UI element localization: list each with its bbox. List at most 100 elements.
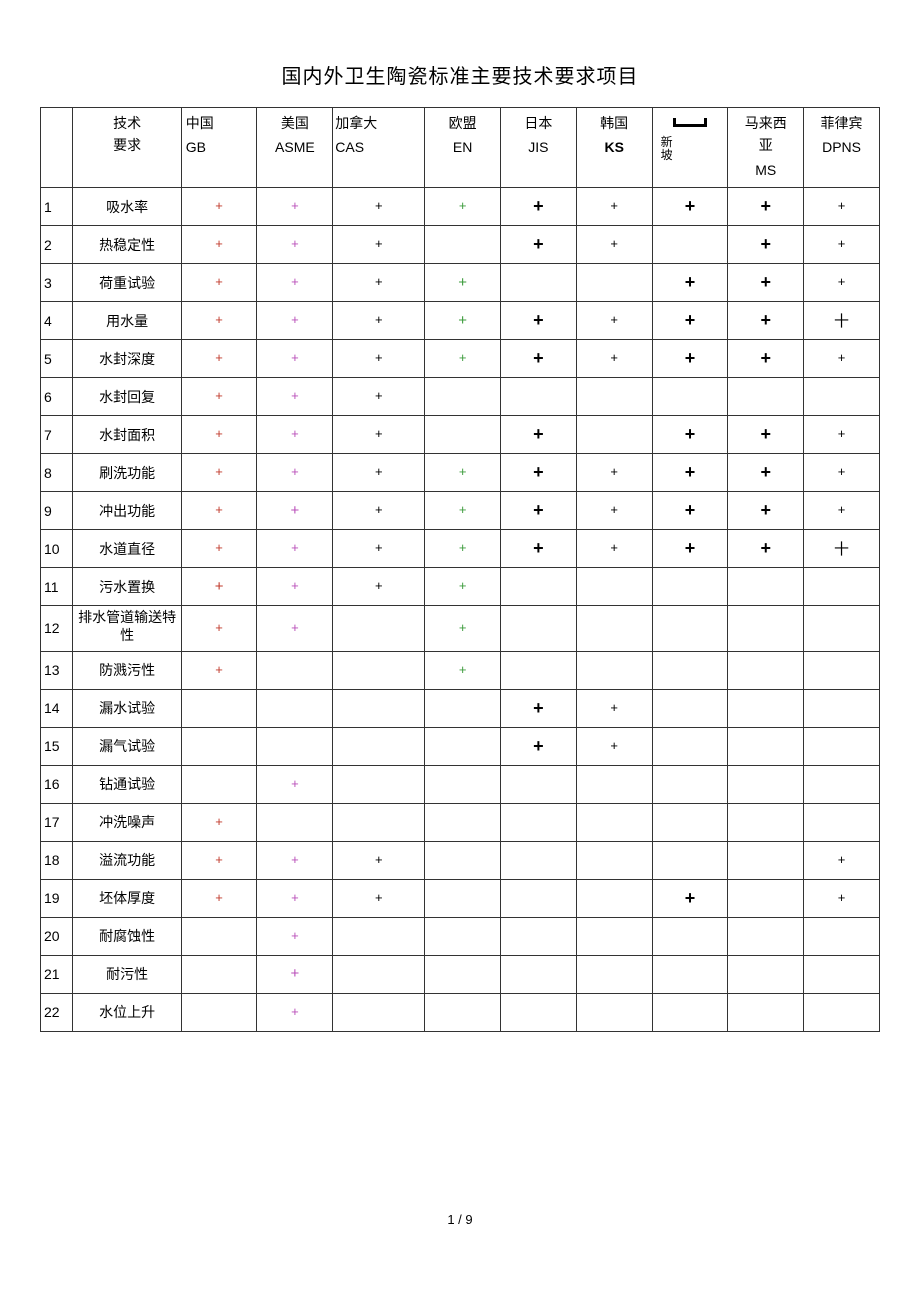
cell-eu [425,416,501,454]
row-index: 18 [41,841,73,879]
cell-jp: + [501,689,577,727]
cell-cn: + [181,568,257,606]
row-index: 20 [41,917,73,955]
requirement-name: 钻通试验 [73,765,181,803]
cell-sg: + [652,454,728,492]
cell-eu [425,226,501,264]
row-index: 2 [41,226,73,264]
cell-cn [181,993,257,1031]
cell-ph [804,606,880,651]
cell-jp: + [501,454,577,492]
cell-eu: + [425,302,501,340]
page-title: 国内外卫生陶瓷标准主要技术要求项目 [40,60,880,89]
cell-jp [501,378,577,416]
cell-sg: + [652,879,728,917]
cell-my: + [728,264,804,302]
header-malaysia: 马来西 亚 MS [728,108,804,188]
cell-sg: + [652,340,728,378]
cell-my [728,879,804,917]
cell-cn: + [181,302,257,340]
cell-sg: + [652,188,728,226]
requirement-name: 吸水率 [73,188,181,226]
cell-us: + [257,955,333,993]
table-row: 21耐污性+ [41,955,880,993]
cell-cn [181,689,257,727]
cell-ph [804,765,880,803]
cell-us [257,727,333,765]
row-index: 14 [41,689,73,727]
cell-sg [652,378,728,416]
table-row: 19坯体厚度+++++ [41,879,880,917]
cell-ph: 十 [804,530,880,568]
cell-sg: + [652,416,728,454]
cell-kr [576,568,652,606]
table-row: 10水道直径++++++++十 [41,530,880,568]
cell-us: + [257,416,333,454]
cell-jp [501,765,577,803]
requirement-name: 水封回复 [73,378,181,416]
cell-cn: + [181,378,257,416]
row-index: 11 [41,568,73,606]
requirement-name: 水道直径 [73,530,181,568]
cell-cn: + [181,188,257,226]
row-index: 22 [41,993,73,1031]
cell-us: + [257,302,333,340]
cell-ca [333,651,425,689]
cell-kr: + [576,727,652,765]
requirement-name: 热稳定性 [73,226,181,264]
cell-kr [576,378,652,416]
cell-my [728,689,804,727]
cell-sg [652,226,728,264]
cell-kr [576,416,652,454]
requirement-name: 冲洗噪声 [73,803,181,841]
cell-jp: + [501,302,577,340]
cell-sg [652,689,728,727]
cell-cn: + [181,606,257,651]
cell-jp [501,879,577,917]
cell-my [728,568,804,606]
cell-sg [652,803,728,841]
requirement-name: 漏水试验 [73,689,181,727]
cell-my [728,993,804,1031]
requirement-name: 水位上升 [73,993,181,1031]
cell-jp [501,993,577,1031]
cell-cn [181,765,257,803]
cell-kr: + [576,492,652,530]
requirement-name: 漏气试验 [73,727,181,765]
row-index: 16 [41,765,73,803]
table-row: 15漏气试验++ [41,727,880,765]
cell-ph: + [804,454,880,492]
cell-ca: + [333,340,425,378]
requirement-name: 坯体厚度 [73,879,181,917]
cell-sg [652,727,728,765]
cell-ca: + [333,226,425,264]
cell-us: + [257,765,333,803]
table-row: 17冲洗噪声+ [41,803,880,841]
requirement-name: 耐腐蚀性 [73,917,181,955]
table-header-row: 技术 要求 中国 GB 美国 ASME 加拿大 CAS 欧盟 EN 日本 JIS [41,108,880,188]
cell-jp [501,955,577,993]
header-index [41,108,73,188]
cell-jp: + [501,188,577,226]
cell-cn [181,917,257,955]
cell-kr: + [576,188,652,226]
cell-sg: + [652,302,728,340]
row-index: 13 [41,651,73,689]
cell-cn: + [181,841,257,879]
table-row: 6水封回复+++ [41,378,880,416]
cell-my: + [728,302,804,340]
row-index: 17 [41,803,73,841]
row-index: 1 [41,188,73,226]
table-row: 5水封深度+++++++++ [41,340,880,378]
cell-ph: + [804,879,880,917]
row-index: 15 [41,727,73,765]
table-body: 1吸水率+++++++++2热稳定性+++++++3荷重试验+++++++4用水… [41,188,880,1031]
row-index: 3 [41,264,73,302]
cell-ph [804,955,880,993]
cell-my: + [728,530,804,568]
cell-cn [181,727,257,765]
requirement-name: 耐污性 [73,955,181,993]
header-usa: 美国 ASME [257,108,333,188]
cell-ca [333,727,425,765]
cell-my [728,803,804,841]
